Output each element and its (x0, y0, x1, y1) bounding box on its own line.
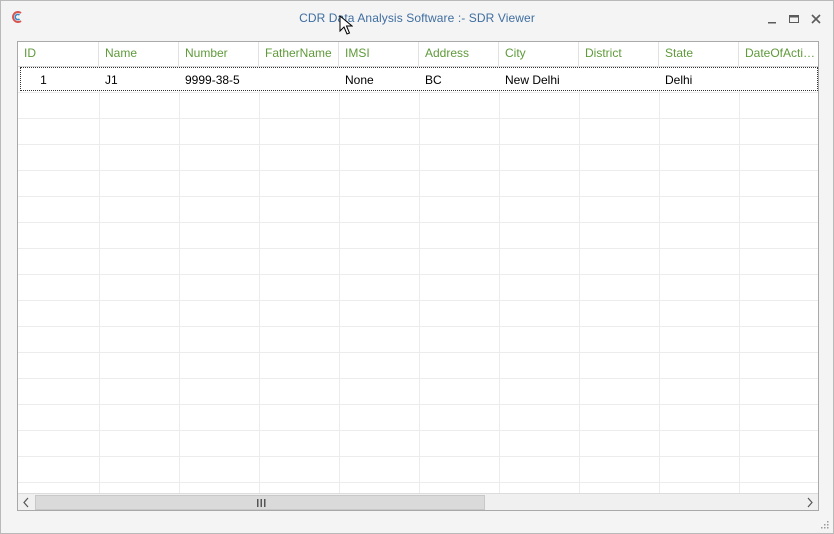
sdr-viewer-window: CDR Data Analysis Software :- SDR Viewer… (0, 0, 834, 534)
close-icon[interactable] (809, 12, 823, 26)
column-header-id[interactable]: ID (18, 42, 99, 67)
row-divider (18, 456, 818, 457)
resize-grip-icon[interactable] (821, 521, 829, 529)
scrollbar-thumb[interactable] (35, 495, 485, 510)
row-divider (18, 222, 818, 223)
minimize-icon[interactable] (765, 12, 779, 26)
cell-number[interactable]: 9999-38-5 (185, 73, 240, 89)
row-divider (18, 430, 818, 431)
cell-address[interactable]: BC (425, 73, 442, 89)
row-divider (18, 326, 818, 327)
column-header-district[interactable]: District (579, 42, 659, 67)
row-divider (18, 118, 818, 119)
mouse-pointer-icon (339, 15, 353, 35)
row-divider (18, 482, 818, 483)
cell-state[interactable]: Delhi (665, 73, 692, 89)
row-divider (18, 274, 818, 275)
row-divider (18, 300, 818, 301)
row-divider (18, 170, 818, 171)
row-divider (18, 404, 818, 405)
chevron-left-icon[interactable] (18, 494, 35, 511)
maximize-icon[interactable] (787, 12, 801, 26)
column-header-city[interactable]: City (499, 42, 579, 67)
column-header-name[interactable]: Name (99, 42, 179, 67)
row-divider (18, 248, 818, 249)
table-row[interactable]: 1 J1 9999-38-5 None BC New Delhi Delhi (20, 67, 818, 91)
window-title: CDR Data Analysis Software :- SDR Viewer (299, 11, 535, 25)
row-divider (18, 144, 818, 145)
grid-body: 1 J1 9999-38-5 None BC New Delhi Delhi (18, 67, 818, 493)
sdr-data-grid[interactable]: ID Name Number FatherName IMSI Address C… (17, 41, 819, 511)
column-header-dateofactivation[interactable]: DateOfActiv... (739, 42, 818, 67)
cell-id[interactable]: 1 (21, 73, 66, 89)
cell-imsi[interactable]: None (345, 73, 374, 89)
row-divider (18, 92, 818, 93)
row-divider (18, 352, 818, 353)
horizontal-scrollbar[interactable] (18, 493, 818, 510)
title-bar[interactable]: CDR Data Analysis Software :- SDR Viewer (1, 1, 833, 35)
cell-city[interactable]: New Delhi (505, 73, 560, 89)
cell-name[interactable]: J1 (105, 73, 118, 89)
row-divider (18, 196, 818, 197)
grid-header: ID Name Number FatherName IMSI Address C… (18, 42, 818, 67)
column-header-address[interactable]: Address (419, 42, 499, 67)
column-header-imsi[interactable]: IMSI (339, 42, 419, 67)
row-divider (18, 378, 818, 379)
column-header-fathername[interactable]: FatherName (259, 42, 339, 67)
column-header-state[interactable]: State (659, 42, 739, 67)
chevron-right-icon[interactable] (801, 494, 818, 511)
grip-icon (257, 499, 266, 507)
column-header-number[interactable]: Number (179, 42, 259, 67)
